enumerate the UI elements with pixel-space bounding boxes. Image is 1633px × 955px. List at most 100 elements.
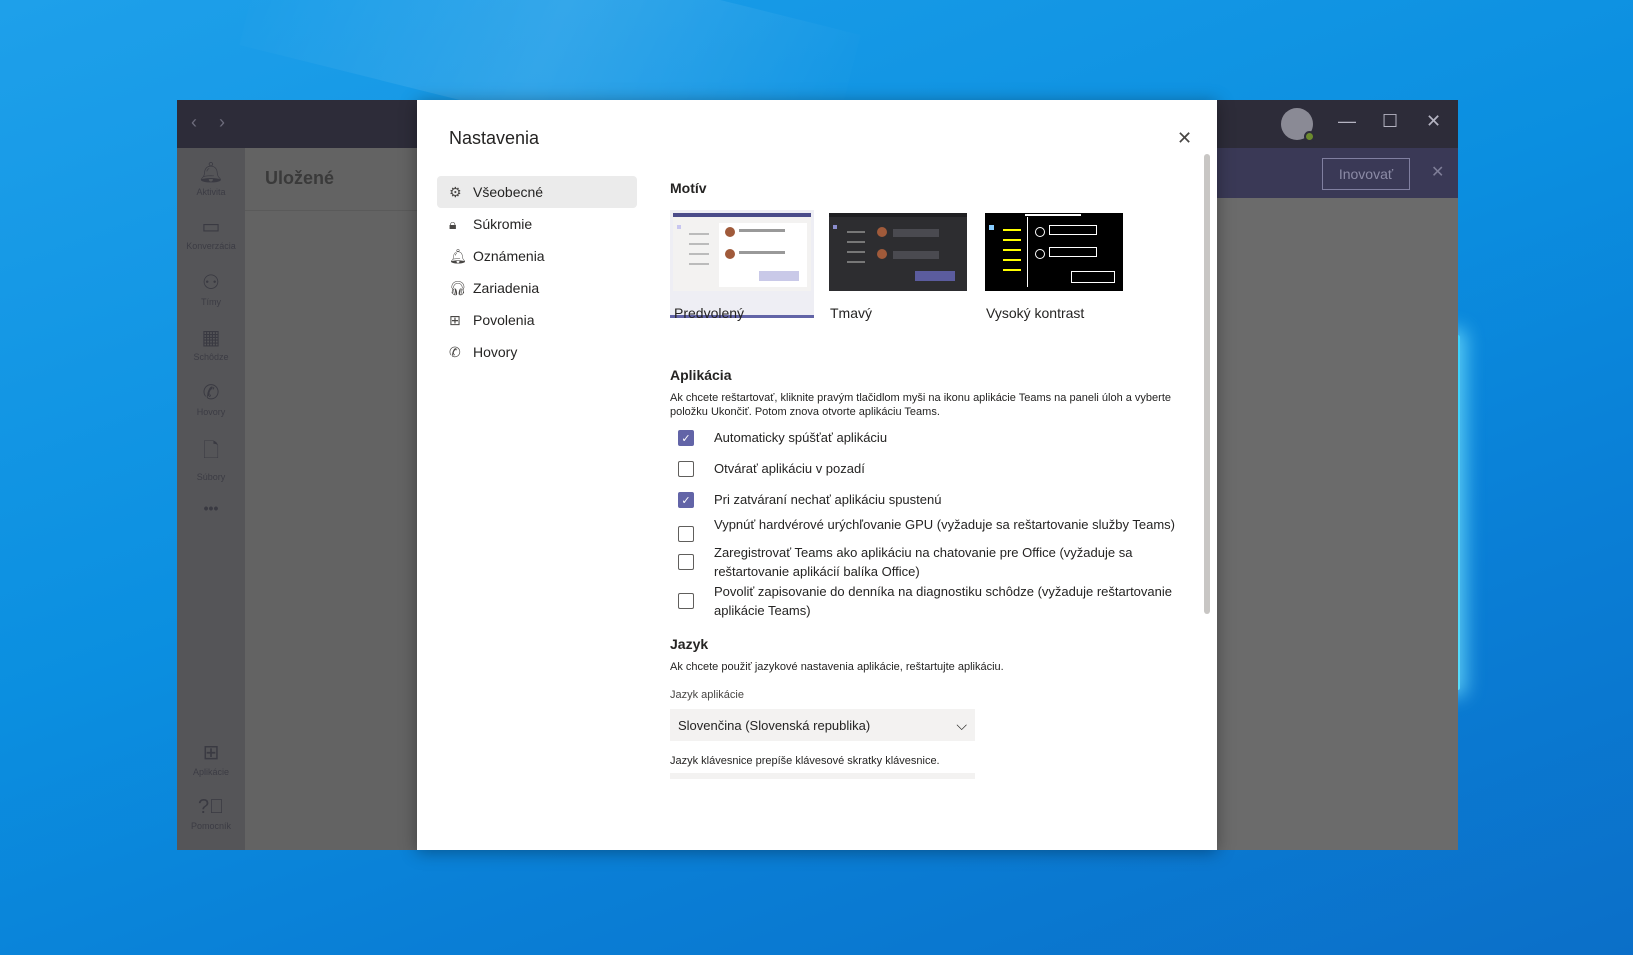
option-register-office-chat[interactable]: Zaregistrovať Teams ako aplikáciu na cha… bbox=[670, 543, 1180, 581]
calendar-icon: ▦ bbox=[201, 327, 221, 349]
nav-item-devices[interactable]: 🎧︎ Zariadenia bbox=[437, 272, 637, 304]
app-language-label: Jazyk aplikácie bbox=[670, 689, 744, 701]
bell-icon: 🔔︎ bbox=[198, 162, 224, 184]
rail-label: Súbory bbox=[196, 472, 226, 482]
rail-label: Aktivita bbox=[196, 187, 226, 197]
more-icon: ••• bbox=[203, 500, 219, 516]
theme-label: Predvolený bbox=[674, 305, 745, 321]
app-language-value: Slovenčina (Slovenská republika) bbox=[678, 717, 871, 733]
checkbox[interactable] bbox=[678, 461, 694, 477]
upgrade-button[interactable]: Inovovať bbox=[1322, 158, 1410, 190]
headset-icon: 🎧︎ bbox=[449, 279, 467, 296]
rail-item-meetings[interactable]: ▦ Schôdze bbox=[177, 325, 245, 362]
banner-close-icon[interactable]: ✕ bbox=[1431, 162, 1444, 182]
bell-icon: 🔔︎ bbox=[449, 247, 467, 264]
rail-item-apps[interactable]: ⊞ Aplikácie bbox=[177, 740, 245, 777]
theme-high-contrast[interactable]: Vysoký kontrast bbox=[982, 210, 1126, 321]
nav-label: Všeobecné bbox=[473, 184, 544, 200]
checkbox[interactable] bbox=[678, 526, 694, 542]
rail-item-help[interactable]: ?⃝ Pomocník bbox=[177, 796, 245, 831]
app-section-description: Ak chcete reštartovať, kliknite pravým t… bbox=[670, 392, 1171, 418]
gift-icon: ⊞ bbox=[449, 311, 461, 328]
chevron-down-icon: ⌵ bbox=[956, 716, 967, 733]
nav-item-notifications[interactable]: 🔔︎ Oznámenia bbox=[437, 240, 637, 272]
avatar[interactable] bbox=[1281, 108, 1315, 142]
theme-preview-default bbox=[673, 213, 811, 291]
rail-item-teams[interactable]: ⚇ Tímy bbox=[177, 270, 245, 307]
nav-item-calls[interactable]: ✆ Hovory bbox=[437, 336, 637, 368]
theme-dark[interactable]: Tmavý bbox=[826, 210, 970, 321]
language-section-description: Ak chcete použiť jazykové nastavenia apl… bbox=[670, 661, 1004, 673]
language-section: Jazyk Ak chcete použiť jazykové nastaven… bbox=[670, 636, 1180, 779]
checkbox-label: Pri zatváraní nechať aplikáciu spustenú bbox=[714, 492, 942, 507]
page-title: Uložené bbox=[265, 168, 335, 188]
presence-status-icon bbox=[1304, 131, 1315, 142]
window-close-icon[interactable]: ✕ bbox=[1426, 111, 1441, 132]
checkbox-label: Povoliť zapisovanie do denníka na diagno… bbox=[714, 584, 1172, 618]
rail-item-more[interactable]: ••• bbox=[177, 498, 245, 516]
rail-label: Schôdze bbox=[193, 352, 229, 362]
chat-icon: ▭ bbox=[201, 216, 221, 238]
app-section: Aplikácia Ak chcete reštartovať, kliknit… bbox=[670, 367, 1180, 620]
theme-label: Tmavý bbox=[830, 305, 872, 321]
nav-label: Oznámenia bbox=[473, 248, 545, 264]
nav-item-general[interactable]: ⚙ Všeobecné bbox=[437, 176, 637, 208]
nav-item-privacy[interactable]: 🔒︎ Súkromie bbox=[437, 208, 637, 240]
rail-label: Aplikácie bbox=[192, 767, 230, 777]
back-arrow-icon[interactable]: ‹ bbox=[191, 112, 197, 133]
rail-label: Hovory bbox=[196, 407, 226, 417]
option-disable-gpu[interactable]: Vypnúť hardvérové urýchľovanie GPU (vyža… bbox=[670, 515, 1180, 542]
theme-preview-dark bbox=[829, 213, 967, 291]
rail-item-chat[interactable]: ▭ Konverzácia bbox=[177, 214, 245, 251]
option-keep-running[interactable]: ✓ Pri zatváraní nechať aplikáciu spusten… bbox=[670, 490, 1180, 509]
file-icon: 🗋︎ bbox=[202, 440, 220, 462]
nav-label: Zariadenia bbox=[473, 280, 540, 296]
checkbox[interactable] bbox=[678, 554, 694, 570]
maximize-icon[interactable]: ☐ bbox=[1382, 111, 1398, 132]
minimize-icon[interactable]: — bbox=[1338, 111, 1356, 132]
rail-label: Tímy bbox=[201, 297, 221, 307]
dialog-title: Nastavenia bbox=[449, 128, 540, 148]
checkbox-label: Zaregistrovať Teams ako aplikáciu na cha… bbox=[714, 545, 1133, 579]
phone-icon: ✆ bbox=[202, 382, 220, 404]
rail-item-activity[interactable]: 🔔︎ Aktivita bbox=[177, 160, 245, 197]
scrollbar[interactable] bbox=[1204, 154, 1210, 614]
checkbox[interactable] bbox=[678, 593, 694, 609]
gear-icon: ⚙ bbox=[449, 183, 462, 200]
keyboard-language-select[interactable] bbox=[670, 773, 975, 779]
nav-item-permissions[interactable]: ⊞ Povolenia bbox=[437, 304, 637, 336]
rail-item-calls[interactable]: ✆ Hovory bbox=[177, 380, 245, 417]
app-section-title: Aplikácia bbox=[670, 367, 732, 383]
language-section-title: Jazyk bbox=[670, 636, 709, 652]
theme-section-title: Motív bbox=[670, 180, 707, 196]
nav-label: Súkromie bbox=[473, 216, 533, 232]
checkbox-label: Otvárať aplikáciu v pozadí bbox=[714, 461, 865, 476]
theme-default[interactable]: Predvolený bbox=[670, 210, 814, 321]
option-auto-start[interactable]: ✓ Automaticky spúšťať aplikáciu bbox=[670, 428, 1180, 447]
nav-label: Hovory bbox=[473, 344, 518, 360]
keyboard-language-note: Jazyk klávesnice prepíše klávesové skrat… bbox=[670, 755, 940, 767]
option-open-background[interactable]: Otvárať aplikáciu v pozadí bbox=[670, 459, 1180, 478]
option-meeting-diagnostics[interactable]: Povoliť zapisovanie do denníka na diagno… bbox=[670, 582, 1180, 620]
close-icon[interactable]: ✕ bbox=[1177, 128, 1192, 149]
app-language-select[interactable]: Slovenčina (Slovenská republika) ⌵ bbox=[670, 709, 975, 741]
settings-content: Motív Predvolený Tmavý Vysoký kontrast A… bbox=[670, 180, 1180, 850]
settings-dialog: Nastavenia ✕ ⚙ Všeobecné 🔒︎ Súkromie 🔔︎ … bbox=[417, 100, 1217, 850]
rail-label: Konverzácia bbox=[186, 241, 236, 251]
forward-arrow-icon[interactable]: › bbox=[219, 112, 225, 133]
checkbox-checked[interactable]: ✓ bbox=[678, 492, 694, 508]
help-icon: ?⃝ bbox=[197, 796, 225, 818]
teams-icon: ⚇ bbox=[202, 272, 220, 294]
checkbox-label: Automaticky spúšťať aplikáciu bbox=[714, 430, 888, 445]
theme-options: Predvolený Tmavý Vysoký kontrast bbox=[670, 210, 1180, 321]
rail-item-files[interactable]: 🗋︎ Súbory bbox=[177, 436, 245, 482]
rail-label: Pomocník bbox=[190, 821, 232, 831]
phone-icon: ✆ bbox=[449, 343, 461, 360]
checkbox-checked[interactable]: ✓ bbox=[678, 430, 694, 446]
lock-icon: 🔒︎ bbox=[449, 215, 457, 232]
apps-icon: ⊞ bbox=[202, 742, 220, 764]
nav-label: Povolenia bbox=[473, 312, 535, 328]
theme-preview-high-contrast bbox=[985, 213, 1123, 291]
theme-label: Vysoký kontrast bbox=[986, 305, 1085, 321]
app-rail: 🔔︎ Aktivita ▭ Konverzácia ⚇ Tímy ▦ Schôd… bbox=[177, 148, 245, 850]
